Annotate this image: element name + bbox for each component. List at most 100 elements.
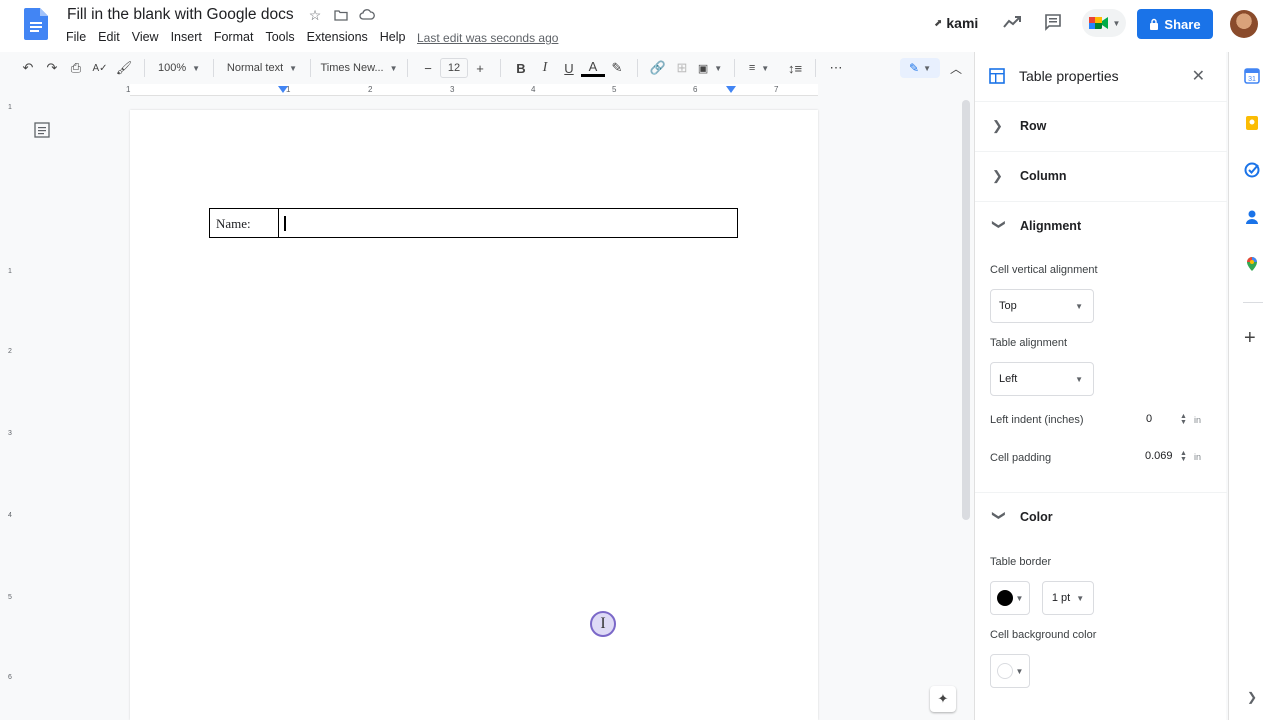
cell-padding-spinner[interactable]: ▲ ▼ bbox=[1180, 450, 1187, 463]
increase-font-size-icon[interactable]: + bbox=[468, 56, 492, 80]
toolbar-divider bbox=[815, 59, 816, 77]
editing-mode-button[interactable]: ✎ ▼ bbox=[900, 58, 940, 78]
add-comment-icon[interactable]: ⊞ bbox=[670, 56, 694, 80]
menu-insert[interactable]: Insert bbox=[171, 30, 208, 44]
table-icon bbox=[989, 68, 1005, 84]
right-indent-marker[interactable] bbox=[726, 86, 736, 93]
ruler-number: 1 bbox=[126, 85, 131, 94]
table-alignment-value: Left bbox=[999, 373, 1018, 385]
ruler-number: 2 bbox=[368, 85, 373, 94]
chevron-down-icon: ▼ bbox=[389, 63, 398, 73]
vertical-ruler: 1 1 2 3 4 5 6 bbox=[6, 100, 16, 720]
more-options-icon[interactable]: ⋯ bbox=[824, 56, 848, 80]
menu-file[interactable]: File bbox=[66, 30, 92, 44]
google-calendar-icon[interactable]: 31 bbox=[1244, 68, 1260, 84]
paragraph-style-value: Normal text bbox=[226, 62, 284, 74]
explore-button[interactable]: ✦ bbox=[930, 686, 956, 712]
chevron-down-icon: ▼ bbox=[714, 63, 723, 73]
menu-format[interactable]: Format bbox=[214, 30, 260, 44]
table-alignment-select[interactable]: Left ▼ bbox=[990, 362, 1094, 396]
document-page[interactable]: Name: bbox=[130, 110, 818, 720]
menu-edit[interactable]: Edit bbox=[98, 30, 126, 44]
line-spacing-icon[interactable]: ↕≡ bbox=[783, 56, 807, 80]
highlight-color-icon[interactable]: ✎ bbox=[605, 56, 629, 80]
left-indent-input[interactable]: 0 bbox=[1146, 413, 1152, 425]
document-scrollbar[interactable] bbox=[962, 100, 970, 520]
fill-in-table[interactable]: Name: bbox=[209, 208, 738, 238]
section-column-label: Column bbox=[1020, 168, 1067, 183]
print-icon[interactable]: ⎙ bbox=[64, 56, 88, 80]
paragraph-style-select[interactable]: Normal text ▼ bbox=[222, 56, 302, 80]
kami-button[interactable]: ⬈ kami bbox=[934, 15, 978, 31]
menu-view[interactable]: View bbox=[132, 30, 165, 44]
get-add-ons-plus-icon[interactable]: + bbox=[1244, 328, 1256, 348]
star-icon[interactable]: ☆ bbox=[307, 7, 323, 23]
section-alignment[interactable]: ❯ Alignment bbox=[975, 201, 1227, 249]
share-button[interactable]: Share bbox=[1137, 9, 1213, 39]
cell-background-color-select[interactable]: ▼ bbox=[990, 654, 1030, 688]
move-folder-icon[interactable] bbox=[333, 7, 349, 23]
kami-label: kami bbox=[946, 15, 979, 31]
redo-icon[interactable]: ↷ bbox=[40, 56, 64, 80]
menu-extensions[interactable]: Extensions bbox=[307, 30, 374, 44]
toolbar-divider bbox=[144, 59, 145, 77]
ruler-number: 6 bbox=[693, 85, 698, 94]
font-family-select[interactable]: Times New... ▼ bbox=[319, 56, 399, 80]
left-indent-marker[interactable] bbox=[278, 86, 288, 93]
vruler-number: 5 bbox=[8, 594, 12, 601]
font-size-input[interactable]: 12 bbox=[440, 58, 468, 78]
user-avatar[interactable] bbox=[1230, 10, 1258, 38]
left-indent-spinner[interactable]: ▲ ▼ bbox=[1180, 413, 1187, 426]
activity-dashboard-icon[interactable] bbox=[1003, 13, 1021, 31]
chevron-down-icon: ▼ bbox=[1075, 374, 1083, 384]
paint-format-icon[interactable]: 🖌 bbox=[112, 56, 136, 80]
chevron-down-icon: ▼ bbox=[1112, 18, 1121, 28]
section-color[interactable]: ❯ Color bbox=[975, 492, 1227, 540]
table-border-width-select[interactable]: 1 pt ▼ bbox=[1042, 581, 1094, 615]
document-outline-icon[interactable] bbox=[34, 122, 50, 138]
menu-help[interactable]: Help bbox=[380, 30, 412, 44]
panel-title: Table properties bbox=[1019, 68, 1119, 84]
google-contacts-icon[interactable] bbox=[1244, 209, 1260, 225]
mouse-pointer-ibeam-icon: I bbox=[590, 611, 616, 637]
decrease-font-size-icon[interactable]: − bbox=[416, 56, 440, 80]
google-tasks-icon[interactable] bbox=[1244, 162, 1260, 178]
google-meet-button[interactable]: ▼ bbox=[1082, 9, 1126, 37]
hide-menus-chevron-up-icon[interactable]: ︿ bbox=[950, 60, 962, 77]
undo-icon[interactable]: ↶ bbox=[16, 56, 40, 80]
section-row[interactable]: ❯ Row bbox=[975, 101, 1227, 149]
google-keep-icon[interactable] bbox=[1244, 115, 1260, 131]
spellcheck-icon[interactable]: A✓ bbox=[88, 56, 112, 80]
bold-icon[interactable]: B bbox=[509, 56, 533, 80]
section-alignment-label: Alignment bbox=[1020, 218, 1082, 233]
section-column[interactable]: ❯ Column bbox=[975, 151, 1227, 199]
cell-padding-label: Cell padding bbox=[990, 452, 1052, 464]
zoom-select[interactable]: 100% ▼ bbox=[153, 56, 205, 80]
insert-link-icon[interactable]: 🔗 bbox=[646, 56, 670, 80]
chevron-down-icon: ▼ bbox=[923, 63, 931, 73]
document-title[interactable]: Fill in the blank with Google docs bbox=[67, 6, 294, 24]
comment-history-icon[interactable] bbox=[1044, 13, 1062, 31]
google-maps-icon[interactable] bbox=[1244, 256, 1260, 272]
table-border-color-select[interactable]: ▼ bbox=[990, 581, 1030, 615]
google-docs-logo-icon[interactable] bbox=[24, 8, 48, 40]
underline-icon[interactable]: U bbox=[557, 56, 581, 80]
italic-icon[interactable]: I bbox=[533, 56, 557, 80]
insert-image-button[interactable]: ▣ ▼ bbox=[694, 56, 726, 80]
align-button[interactable]: ≡ ▼ bbox=[743, 56, 775, 80]
horizontal-ruler[interactable]: 1 1 2 3 4 5 6 7 bbox=[0, 84, 972, 96]
show-side-panel-chevron-right-icon[interactable]: ❯ bbox=[1247, 690, 1257, 704]
chevron-down-icon: ❯ bbox=[992, 509, 1007, 521]
pencil-icon: ✎ bbox=[909, 61, 920, 75]
cell-padding-input[interactable]: 0.069 bbox=[1145, 450, 1173, 462]
cell-vertical-alignment-select[interactable]: Top ▼ bbox=[990, 289, 1094, 323]
menu-tools[interactable]: Tools bbox=[265, 30, 300, 44]
close-icon[interactable]: ✕ bbox=[1192, 66, 1205, 86]
text-color-icon[interactable]: A bbox=[581, 59, 605, 77]
last-edit-link[interactable]: Last edit was seconds ago bbox=[417, 31, 558, 45]
table-cell-name-blank[interactable] bbox=[279, 209, 737, 237]
cloud-saved-icon[interactable] bbox=[359, 7, 375, 23]
chevron-down-icon: ▼ bbox=[1015, 666, 1024, 676]
toolbar-divider bbox=[500, 59, 501, 77]
table-cell-name-label[interactable]: Name: bbox=[210, 209, 279, 237]
